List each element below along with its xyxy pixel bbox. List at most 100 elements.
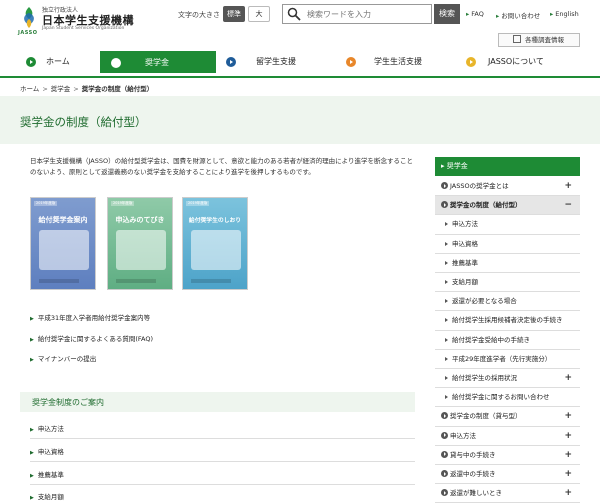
side-nav-item-label: 給付奨学金に関するお問い合わせ <box>452 393 550 402</box>
doc-link-faq[interactable]: ▶ 給付奨学金に関するよくある質問(FAQ) <box>30 333 153 343</box>
side-nav-item[interactable]: 給付奨学生採用候補者決定後の手続き <box>435 311 580 331</box>
arrow-circle-icon <box>441 470 448 477</box>
side-nav-item-label: JASSOの奨学金とは <box>450 182 509 190</box>
booklet-application[interactable]: 2019年度版 申込みのてびき <box>107 197 173 290</box>
arrow-circle-icon <box>441 450 448 458</box>
contact-link[interactable]: ▸ お問い合わせ <box>496 10 540 20</box>
triangle-right-icon: ▶ <box>30 337 34 343</box>
arrow-circle-icon <box>441 182 448 189</box>
side-nav-item-label: 平成29年度進学者（先行実施分） <box>452 354 552 363</box>
fontsize-normal-button[interactable]: 標準 <box>223 6 245 22</box>
booklet-guide[interactable]: 2019年度版 給付奨学金案内 <box>30 197 96 290</box>
triangle-right-icon <box>445 222 448 227</box>
booklet-handbook[interactable]: 2019年度版 給付奨学生のしおり <box>182 197 248 290</box>
nav-divider <box>0 76 600 78</box>
arrow-icon: ▸ <box>496 12 500 20</box>
guide-link-eligibility[interactable]: ▶ 申込資格 <box>30 446 64 456</box>
intro-text: 日本学生支援機構（JASSO）の給付型奨学金は、国費を財源として、意欲と能力のあ… <box>30 157 413 176</box>
side-nav-item[interactable]: 平成29年度進学者（先行実施分） <box>435 349 580 369</box>
triangle-right-icon: ▶ <box>30 495 34 501</box>
side-nav-item[interactable]: 奨学金の制度（貸与型） + <box>435 407 580 427</box>
breadcrumb: ホーム > 奨学金 > 奨学金の制度（給付型） <box>20 85 154 93</box>
triangle-right-icon <box>445 260 448 265</box>
side-nav-item-label: 貸与中の手続き <box>450 450 496 459</box>
side-nav-item-label: 給付奨学生の採用状況 <box>452 374 517 382</box>
triangle-right-icon: ▶ <box>30 316 34 322</box>
triangle-right-icon <box>445 241 448 246</box>
triangle-right-icon <box>445 318 448 323</box>
nav-home[interactable]: ホーム <box>20 51 98 73</box>
side-nav-item[interactable]: JASSOの奨学金とは + <box>435 177 580 197</box>
side-nav-item[interactable]: 奨学金の制度（給付型） − <box>435 196 580 216</box>
fontsize-large-button[interactable]: 大 <box>248 6 270 22</box>
logo-jasso-text: JASSO <box>18 30 38 36</box>
side-nav-item-label: 返還が難しいとき <box>450 489 502 498</box>
document-icon <box>513 35 521 43</box>
nav-student-life[interactable]: 学生生活支援 <box>340 51 455 73</box>
arrow-circle-icon <box>466 57 476 67</box>
english-link[interactable]: ▸ English <box>550 10 579 18</box>
breadcrumb-home[interactable]: ホーム <box>20 85 39 93</box>
triangle-right-icon <box>445 299 448 304</box>
side-nav-item[interactable]: 申込方法 <box>435 215 580 235</box>
global-nav: ホーム 奨学金 留学生支援 学生生活支援 JASSOについて <box>0 51 600 73</box>
expand-icon[interactable]: + <box>564 446 572 464</box>
triangle-right-icon: ▶ <box>30 473 34 479</box>
triangle-right-icon <box>445 376 448 380</box>
side-nav-item[interactable]: 申込資格 <box>435 234 580 254</box>
triangle-right-icon: ▶ <box>30 357 34 363</box>
nav-study-abroad[interactable]: 留学生支援 <box>220 51 335 73</box>
expand-icon[interactable]: + <box>564 484 572 502</box>
doc-link-guide[interactable]: ▶ 平成31年度入学者用給付奨学金案内等 <box>30 312 150 322</box>
search-input[interactable] <box>307 7 427 21</box>
side-nav-item[interactable]: 返還が難しいとき + <box>435 484 580 503</box>
arrow-circle-icon <box>441 489 448 497</box>
side-nav-item[interactable]: 給付奨学金に関するお問い合わせ <box>435 388 580 408</box>
breadcrumb-scholarship[interactable]: 奨学金 <box>51 85 71 93</box>
arrow-circle-icon <box>226 57 236 67</box>
side-nav-item[interactable]: 申込方法 + <box>435 426 580 446</box>
arrow-icon: ▸ <box>441 162 445 170</box>
arrow-circle-icon <box>441 201 448 209</box>
side-nav-item[interactable]: 支給月額 <box>435 273 580 293</box>
jasso-logo-icon[interactable] <box>20 5 38 29</box>
collapse-icon[interactable]: − <box>564 196 572 214</box>
search-icon <box>287 7 301 21</box>
fontsize-label: 文字の大きさ <box>178 11 220 19</box>
survey-info-button[interactable]: 各種調査情報 <box>498 33 580 47</box>
arrow-icon: ▸ <box>550 10 554 18</box>
expand-icon[interactable]: + <box>564 465 572 483</box>
page-title: 奨学金の制度（給付型） <box>20 115 147 129</box>
faq-link[interactable]: ▸ FAQ <box>466 10 484 18</box>
expand-icon[interactable]: + <box>564 407 572 425</box>
breadcrumb-current: 奨学金の制度（給付型） <box>81 85 154 93</box>
side-nav-item-label: 奨学金の制度（給付型） <box>450 201 522 210</box>
doc-link-mynumber[interactable]: ▶ マイナンバーの提出 <box>30 353 96 363</box>
expand-icon[interactable]: + <box>564 177 572 195</box>
side-nav-item-label: 給付奨学生採用候補者決定後の手続き <box>452 316 563 325</box>
guide-link-criteria[interactable]: ▶ 推薦基準 <box>30 469 64 479</box>
nav-scholarship[interactable]: 奨学金 <box>100 51 216 73</box>
side-nav-item-label: 奨学金の制度（貸与型） <box>450 412 522 421</box>
side-nav-item[interactable]: 貸与中の手続き + <box>435 445 580 465</box>
side-nav-item[interactable]: 給付奨学金受給中の手続き <box>435 330 580 350</box>
guide-link-method[interactable]: ▶ 申込方法 <box>30 423 64 433</box>
expand-icon[interactable]: + <box>564 427 572 445</box>
guide-heading: 奨学金制度のご案内 <box>32 398 104 407</box>
nav-about-jasso[interactable]: JASSOについて <box>460 51 580 73</box>
search-box <box>282 4 432 24</box>
side-nav-item-label: 返還中の手続き <box>450 470 496 478</box>
triangle-right-icon: ▶ <box>30 427 34 433</box>
guide-link-amount[interactable]: ▶ 支給月額 <box>30 491 64 501</box>
side-nav-item[interactable]: 推薦基準 <box>435 253 580 273</box>
side-nav-item[interactable]: 返還中の手続き + <box>435 465 580 485</box>
triangle-right-icon <box>445 395 448 400</box>
triangle-right-icon <box>445 337 448 342</box>
expand-icon[interactable]: + <box>564 369 572 387</box>
search-button[interactable]: 検索 <box>434 4 460 24</box>
side-nav-item[interactable]: 返還が必要となる場合 <box>435 292 580 312</box>
triangle-right-icon: ▶ <box>30 450 34 456</box>
side-nav-item[interactable]: 給付奨学生の採用状況 + <box>435 369 580 389</box>
side-nav-header[interactable]: ▸ 奨学金 <box>435 157 580 176</box>
site-header: 独立行政法人 日本学生支援機構 Japan Student Services O… <box>0 0 600 47</box>
